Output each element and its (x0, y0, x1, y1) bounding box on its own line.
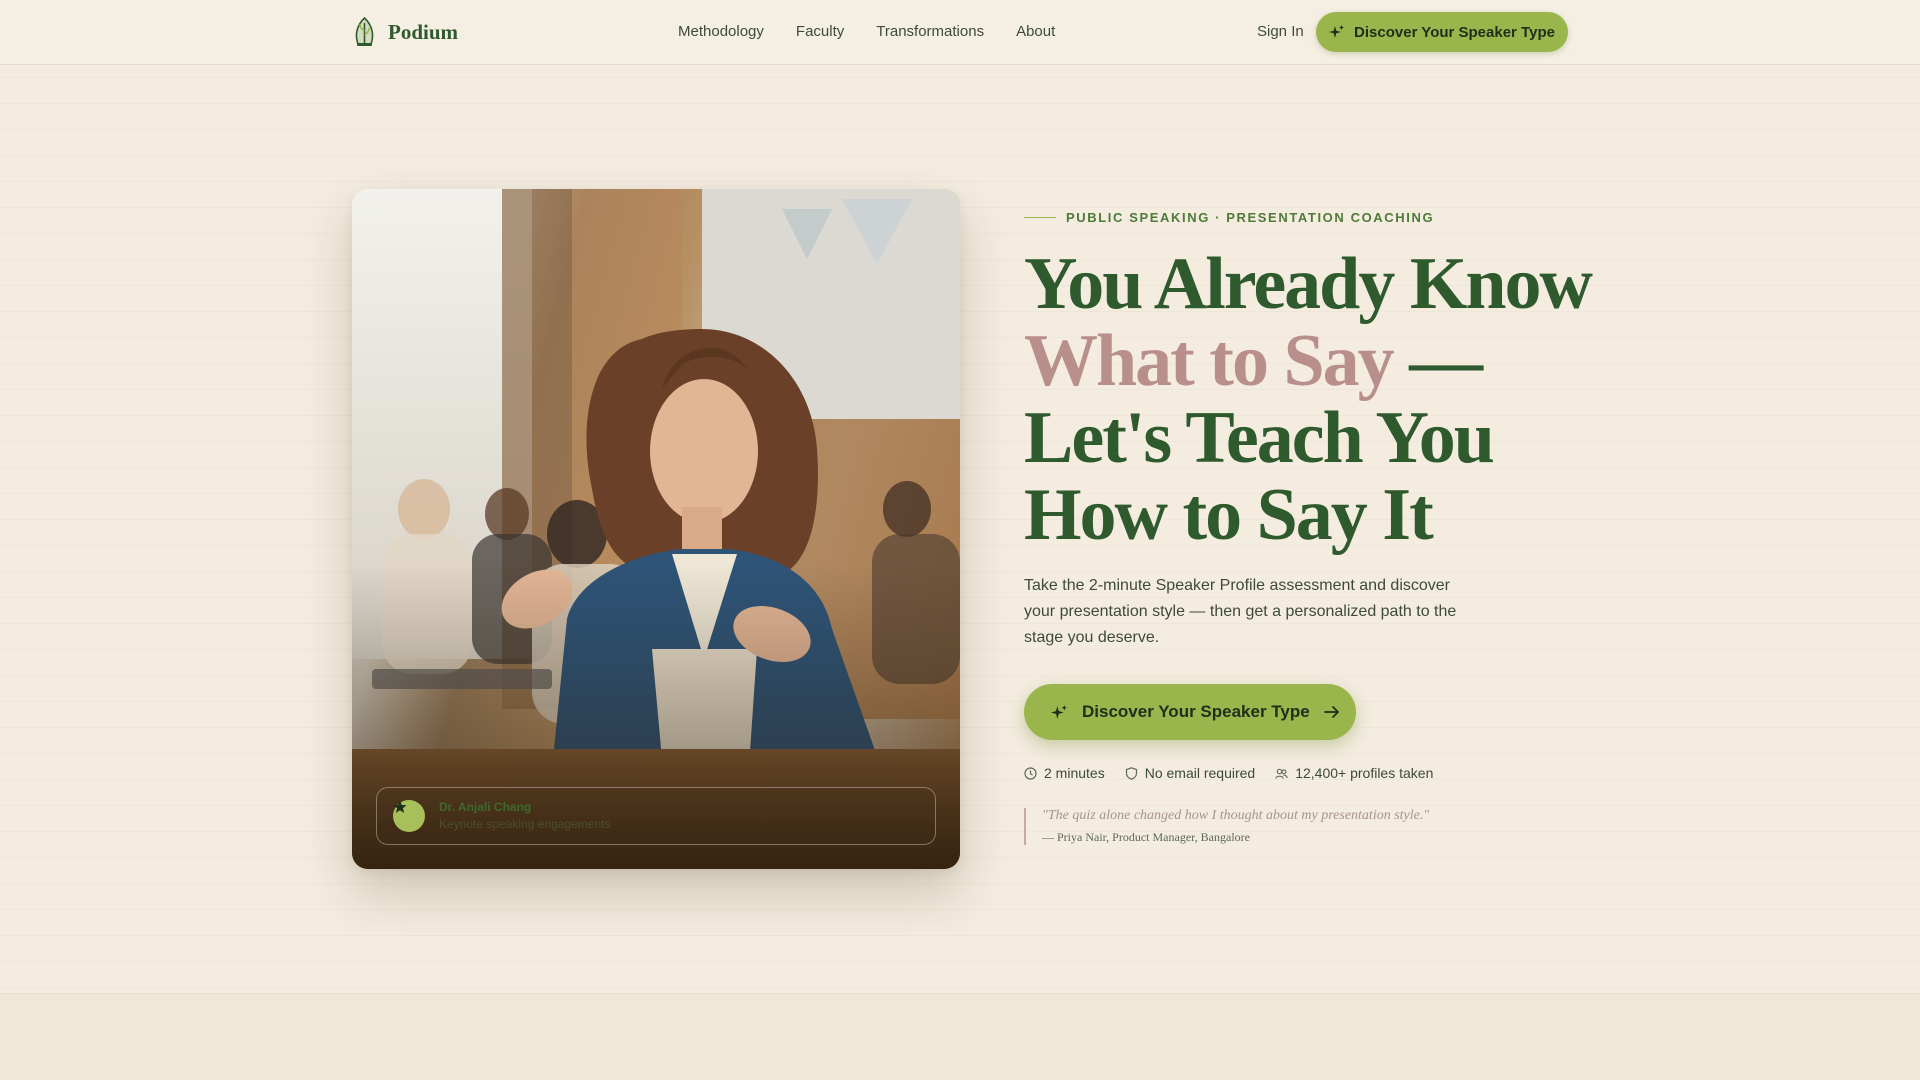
clock-icon (1024, 766, 1037, 780)
meta-duration-text: 2 minutes (1044, 765, 1105, 781)
people-icon (1275, 768, 1288, 779)
hero-lead-text: Take the 2-minute Speaker Profile assess… (1024, 577, 1457, 646)
meta-profiles-text: 12,400+ profiles taken (1295, 765, 1434, 781)
next-section-band (0, 993, 1920, 1080)
meta-duration: 2 minutes (1024, 765, 1105, 781)
top-nav: Podium Methodology Faculty Transformatio… (0, 0, 1920, 65)
meta-no-email-text: No email required (1144, 765, 1256, 781)
header-cta-label: Discover Your Speaker Type (1354, 23, 1555, 41)
brand-name: Podium (388, 19, 459, 44)
brand-logo[interactable]: Podium (352, 17, 458, 47)
quote-text: "The quiz alone changed how I thought ab… (1042, 808, 1430, 823)
nav-link-faculty[interactable]: Faculty (796, 23, 844, 40)
arrow-right-icon (1323, 706, 1339, 718)
headline-accent: What to Say (1024, 320, 1395, 402)
speaker-photo-illustration (352, 189, 960, 869)
speaker-credit-card: Dr. Anjali Chang Keynote speaking engage… (376, 787, 936, 845)
sign-in-link[interactable]: Sign In (1257, 23, 1304, 40)
nav-link-about[interactable]: About (1016, 23, 1055, 40)
hero-cta-label: Discover Your Speaker Type (1082, 702, 1310, 721)
star-badge-icon (393, 800, 425, 832)
speaker-role: Keynote speaking engagements (439, 817, 611, 831)
headline-dash: — (1392, 320, 1483, 402)
nav-link-methodology[interactable]: Methodology (678, 23, 764, 40)
eyebrow-text: PUBLIC SPEAKING · PRESENTATION COACHING (1066, 210, 1435, 225)
meta-profiles: 12,400+ profiles taken (1275, 765, 1433, 781)
headline-line-1: You Already Know (1024, 243, 1593, 325)
hero-meta-list: 2 minutes No email required 12,400+ prof… (1024, 765, 1433, 781)
hero-cta-button[interactable]: Discover Your Speaker Type (1024, 684, 1356, 740)
nav-link-transformations[interactable]: Transformations (876, 23, 984, 40)
meta-no-email: No email required (1125, 765, 1256, 781)
shield-icon (1125, 766, 1137, 780)
main-nav: Methodology Faculty Transformations Abou… (678, 23, 1055, 40)
star-icon (393, 800, 407, 813)
speaker-photo: Dr. Anjali Chang Keynote speaking engage… (352, 189, 960, 869)
quote-author: — Priya Nair, Product Manager, Bangalore (1042, 830, 1250, 844)
header-cta-button[interactable]: Discover Your Speaker Type (1316, 12, 1568, 52)
eyebrow-rule (1024, 217, 1056, 218)
headline-line-4: How to Say It (1024, 474, 1434, 556)
hero-eyebrow: PUBLIC SPEAKING · PRESENTATION COACHING (1024, 210, 1434, 225)
speaker-name: Dr. Anjali Chang (439, 800, 532, 814)
podium-leaf-icon (355, 17, 374, 46)
sparkle-icon (1329, 25, 1345, 38)
sparkle-icon (1051, 704, 1067, 719)
testimonial-quote: "The quiz alone changed how I thought ab… (1024, 808, 1429, 845)
hero-headline: You Already Know What to Say — Let's Tea… (1024, 246, 1604, 554)
headline-line-3: Let's Teach You (1024, 397, 1495, 479)
